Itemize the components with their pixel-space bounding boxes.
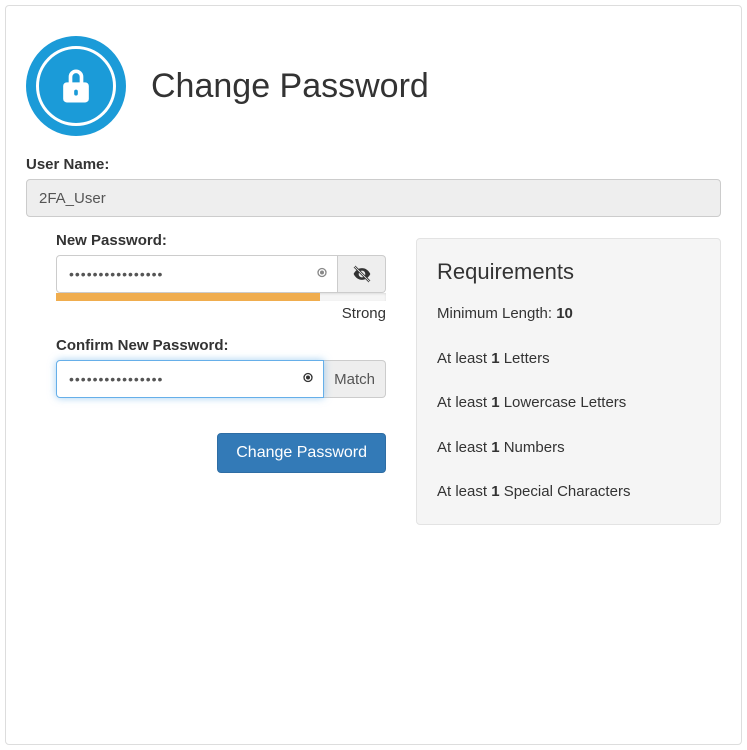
confirm-password-input[interactable] [56,360,324,398]
requirements-panel: Requirements Minimum Length: 10 At least… [416,238,721,525]
new-password-group: New Password: [56,232,386,322]
password-match-badge: Match [324,360,386,398]
password-strength-label: Strong [56,305,386,322]
requirements-title: Requirements [437,259,700,285]
new-password-input[interactable] [56,255,338,293]
requirement-numbers: At least 1 Numbers [437,437,700,460]
eye-off-icon [352,264,372,284]
password-key-icon [300,370,316,389]
password-strength-fill [56,293,320,301]
lock-icon [26,36,126,136]
toggle-password-visibility-button[interactable] [338,255,386,293]
requirement-lowercase: At least 1 Lowercase Letters [437,392,700,415]
panel-header: Change Password [26,21,721,156]
requirement-min-length: Minimum Length: 10 [437,303,700,326]
new-password-label: New Password: [56,232,386,249]
page-title: Change Password [151,67,429,106]
password-strength-meter [56,293,386,301]
confirm-password-group: Confirm New Password: Match [56,337,386,398]
requirement-special: At least 1 Special Characters [437,481,700,504]
username-label: User Name: [26,156,721,173]
requirement-letters: At least 1 Letters [437,348,700,371]
change-password-panel: Change Password User Name: New Password: [5,5,742,745]
change-password-button[interactable]: Change Password [217,433,386,473]
username-input [26,179,721,217]
username-group: User Name: [26,156,721,217]
confirm-password-label: Confirm New Password: [56,337,386,354]
password-key-icon [314,265,330,284]
